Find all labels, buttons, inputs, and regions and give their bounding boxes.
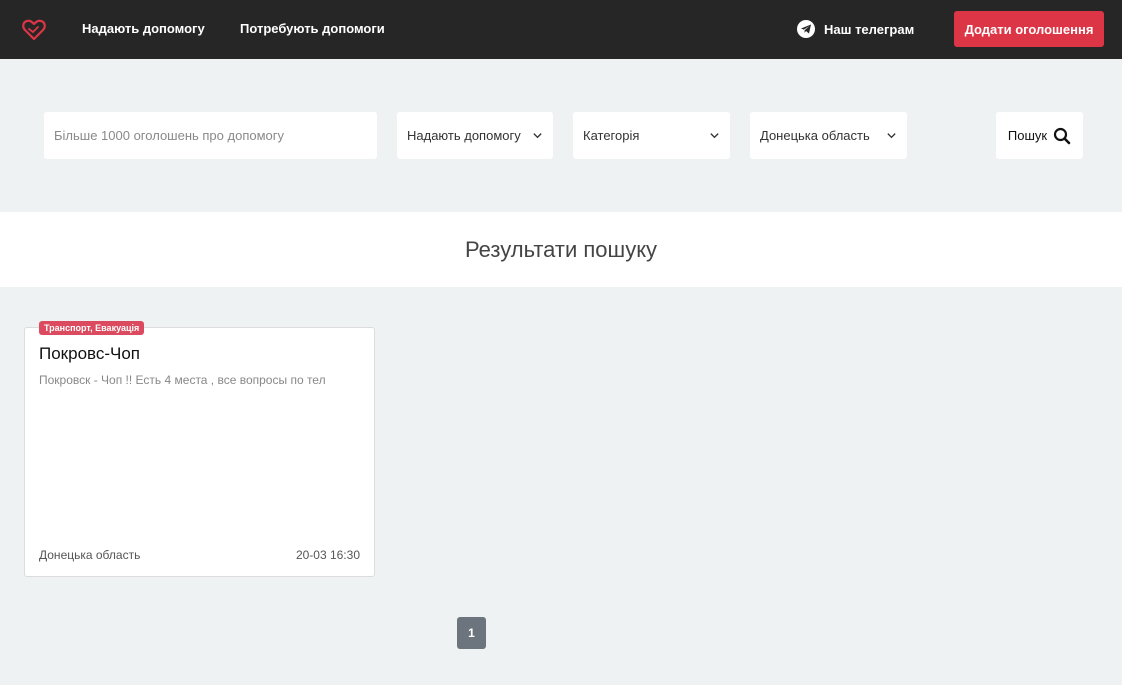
chevron-down-icon (887, 133, 896, 139)
listing-title[interactable]: Покровс-Чоп (39, 344, 140, 364)
heart-handshake-icon[interactable] (22, 19, 46, 41)
add-listing-button[interactable]: Додати оголошення (954, 11, 1104, 47)
listing-region: Донецька область (39, 548, 141, 562)
results-title: Результати пошуку (464, 236, 658, 262)
help-type-select[interactable]: Надають допомогу (397, 112, 553, 159)
telegram-link[interactable]: Наш телеграм (797, 20, 914, 38)
chevron-down-icon (710, 133, 719, 139)
listing-description: Покровск - Чоп !! Есть 4 места , все воп… (39, 373, 326, 387)
help-type-select-value: Надають допомогу (407, 128, 521, 143)
category-select-value: Категорія (583, 128, 640, 143)
search-button-label: Пошук (1007, 128, 1048, 143)
telegram-icon (797, 20, 815, 38)
telegram-label: Наш телеграм (824, 21, 915, 37)
search-icon (1053, 127, 1071, 144)
category-badge: Транспорт, Евакуація (39, 321, 145, 335)
search-input[interactable] (44, 112, 377, 159)
category-select[interactable]: Категорія (573, 112, 730, 159)
region-select-value: Донецька область (760, 128, 870, 143)
listing-date: 20-03 16:30 (295, 548, 360, 562)
region-select[interactable]: Донецька область (750, 112, 907, 159)
listing-card[interactable]: Транспорт, Евакуація Покровс-Чоп Покровс… (24, 321, 375, 577)
nav-link-provide-help[interactable]: Надають допомогу (82, 21, 205, 36)
nav-link-need-help[interactable]: Потребують допомоги (240, 21, 385, 36)
chevron-down-icon (533, 133, 542, 139)
search-button[interactable]: Пошук (996, 112, 1083, 159)
top-navbar: Надають допомогу Потребують допомоги Наш… (0, 0, 1122, 59)
pagination-page-1[interactable]: 1 (457, 617, 486, 649)
results-header: Результати пошуку (0, 212, 1122, 287)
search-panel: Надають допомогу Категорія Донецька обла… (0, 59, 1122, 212)
